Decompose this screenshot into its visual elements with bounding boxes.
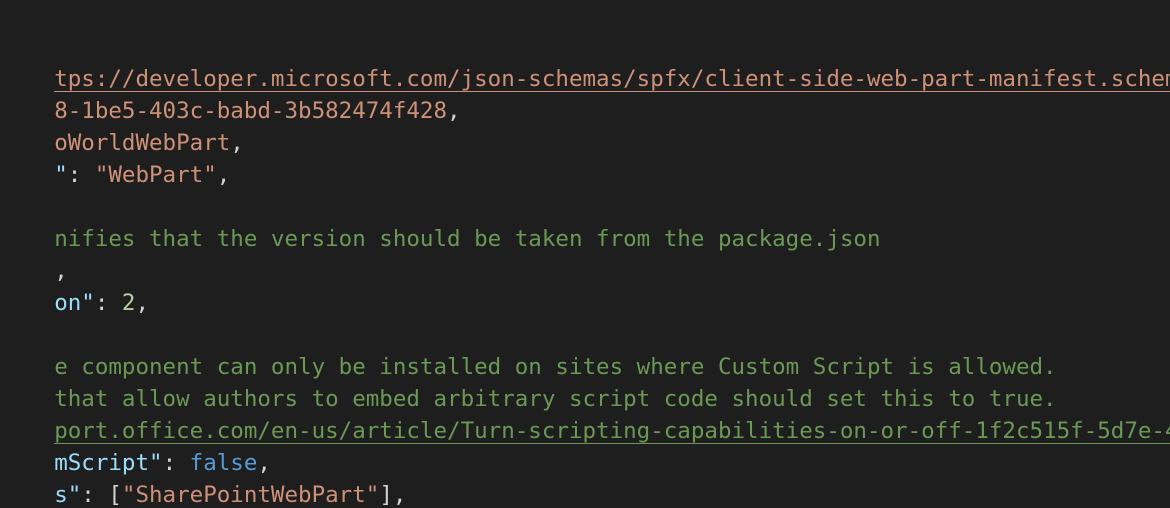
punctuation: , xyxy=(216,162,231,188)
supported-hosts-value: "SharePointWebPart" xyxy=(121,482,380,508)
punctuation: , xyxy=(230,130,244,156)
version-comment: nifies that the version should be taken … xyxy=(54,226,881,252)
manifest-version-value: 2 xyxy=(121,290,136,316)
code-line-support-link[interactable]: port.office.com/en-us/article/Turn-scrip… xyxy=(0,383,1170,444)
code-line-supported-hosts[interactable]: s": ["SharePointWebPart"], xyxy=(0,447,406,508)
component-type-key: " xyxy=(54,162,68,188)
code-line-version-comment[interactable]: nifies that the version should be taken … xyxy=(0,191,880,252)
punctuation: : xyxy=(94,290,122,316)
code-line-custom-script-comment-2[interactable]: that allow authors to embed arbitrary sc… xyxy=(0,351,1056,412)
code-line-schema[interactable]: tps://developer.microsoft.com/json-schem… xyxy=(0,31,1170,92)
code-line-requires-custom-script[interactable]: mScript": false, xyxy=(0,415,271,476)
punctuation: ], xyxy=(379,482,407,508)
code-line-version[interactable]: , xyxy=(0,223,68,284)
code-line-alias[interactable]: oWorldWebPart, xyxy=(0,95,244,156)
punctuation: : [ xyxy=(81,482,122,508)
punctuation: , xyxy=(135,290,150,316)
component-type-value: "WebPart" xyxy=(94,162,217,188)
punctuation: : xyxy=(67,162,95,188)
code-line-component-type[interactable]: ": "WebPart", xyxy=(0,127,230,188)
code-line-id[interactable]: 8-1be5-403c-babd-3b582474f428, xyxy=(0,63,460,124)
punctuation: , xyxy=(447,98,461,124)
supported-hosts-key: s" xyxy=(54,482,82,508)
code-line-custom-script-comment-1[interactable]: e component can only be installed on sit… xyxy=(0,319,1056,380)
code-line-manifest-version[interactable]: on": 2, xyxy=(0,255,149,316)
manifest-version-key: on" xyxy=(54,290,95,316)
code-editor[interactable]: tps://developer.microsoft.com/json-schem… xyxy=(0,0,1170,508)
